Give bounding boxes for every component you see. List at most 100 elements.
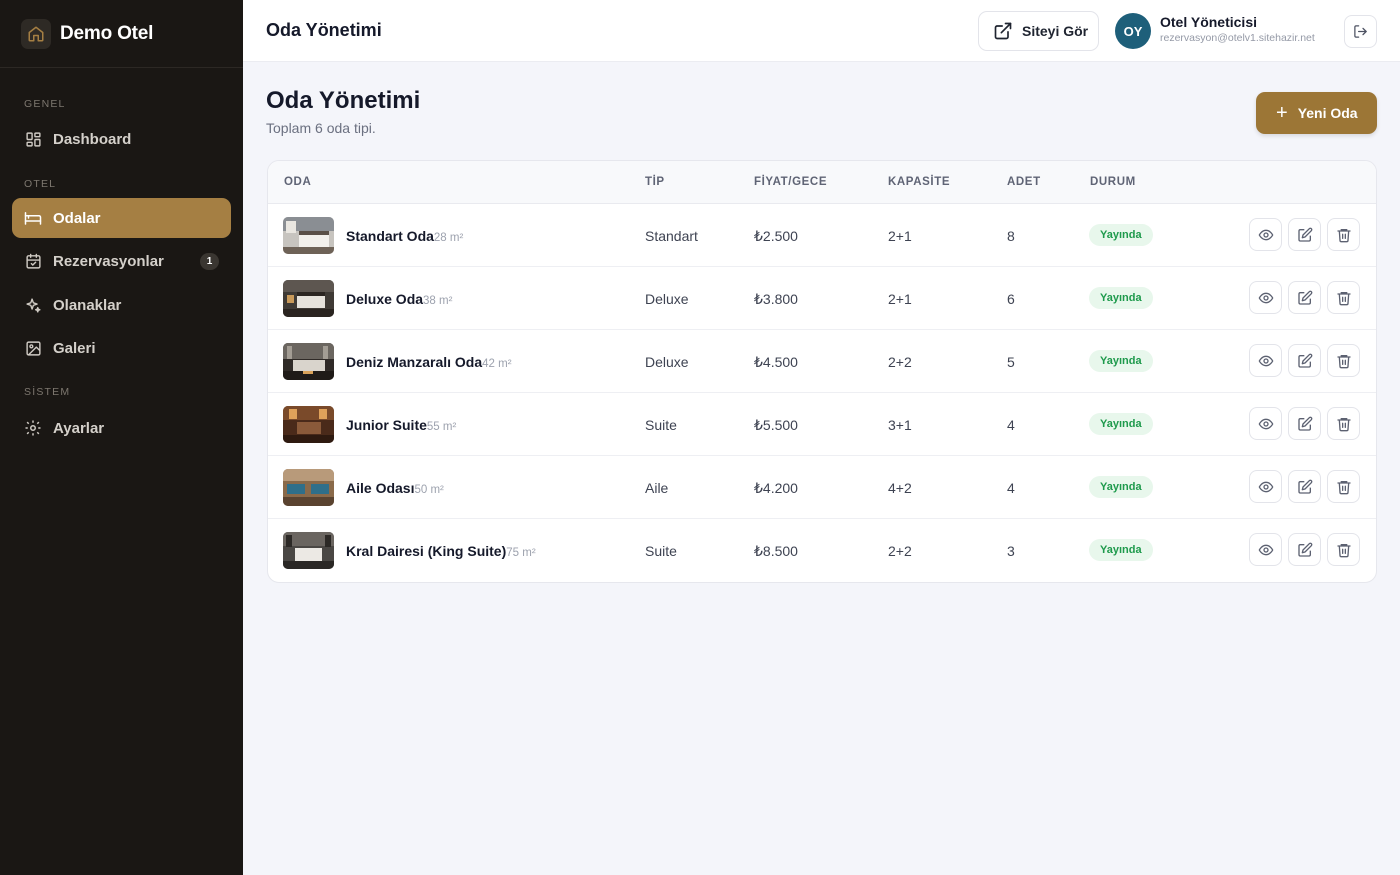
room-count: 6 xyxy=(1007,291,1015,307)
column-header-fiyat: FİYAT/GECE xyxy=(754,176,828,188)
gear-icon xyxy=(24,419,42,437)
status-badge: Yayında xyxy=(1089,539,1153,561)
room-price: ₺2.500 xyxy=(754,228,798,244)
edit-button[interactable] xyxy=(1288,344,1321,377)
room-thumbnail xyxy=(283,406,334,443)
room-capacity: 3+1 xyxy=(888,417,912,433)
delete-button[interactable] xyxy=(1327,281,1360,314)
view-button[interactable] xyxy=(1249,218,1282,251)
eye-icon xyxy=(1258,229,1273,240)
room-thumbnail xyxy=(283,469,334,506)
table-row[interactable]: Deluxe Oda38 m² Deluxe ₺3.800 2+1 6 Yayı… xyxy=(268,267,1376,330)
room-price: ₺3.800 xyxy=(754,291,798,307)
delete-button[interactable] xyxy=(1327,470,1360,503)
edit-icon xyxy=(1297,542,1312,557)
sidebar-item-label: Rezervasyonlar xyxy=(53,252,164,270)
sidebar-item-odalar[interactable]: Odalar xyxy=(12,198,231,238)
delete-button[interactable] xyxy=(1327,218,1360,251)
room-name: Aile Odası xyxy=(346,480,415,496)
table-row[interactable]: Junior Suite55 m² Suite ₺5.500 3+1 4 Yay… xyxy=(268,393,1376,456)
view-site-button[interactable]: Siteyi Gör xyxy=(978,11,1099,51)
delete-button[interactable] xyxy=(1327,533,1360,566)
room-capacity: 2+2 xyxy=(888,354,912,370)
view-button[interactable] xyxy=(1249,281,1282,314)
view-site-label: Siteyi Gör xyxy=(1022,23,1089,39)
brand-name: Demo Otel xyxy=(60,22,154,44)
room-price: ₺4.500 xyxy=(754,354,798,370)
plus-icon: + xyxy=(1276,102,1288,124)
edit-icon xyxy=(1297,353,1312,368)
view-button[interactable] xyxy=(1249,344,1282,377)
sidebar-item-galeri[interactable]: Galeri xyxy=(12,328,231,368)
view-button[interactable] xyxy=(1249,407,1282,440)
sidebar-item-rezervasyonlar[interactable]: Rezervasyonlar 1 xyxy=(12,241,231,281)
edit-button[interactable] xyxy=(1288,407,1321,440)
room-capacity: 4+2 xyxy=(888,480,912,496)
status-badge: Yayında xyxy=(1089,413,1153,435)
nav-section-genel: GENEL xyxy=(24,98,66,110)
dashboard-icon xyxy=(24,130,42,148)
table-row[interactable]: Kral Dairesi (King Suite)75 m² Suite ₺8.… xyxy=(268,519,1376,582)
column-header-tip: TİP xyxy=(645,176,665,188)
room-thumbnail xyxy=(283,532,334,569)
sidebar-item-dashboard[interactable]: Dashboard xyxy=(12,119,231,159)
home-icon xyxy=(21,18,51,49)
edit-icon xyxy=(1297,479,1312,494)
room-size: 55 m² xyxy=(426,421,457,433)
edit-button[interactable] xyxy=(1288,533,1321,566)
brand[interactable]: Demo Otel xyxy=(0,0,243,68)
sparkles-icon xyxy=(24,296,42,314)
room-thumbnail xyxy=(283,343,334,380)
page-subtitle: Toplam 6 oda tipi. xyxy=(266,120,376,136)
table-row[interactable]: Aile Odası50 m² Aile ₺4.200 4+2 4 Yayınd… xyxy=(268,456,1376,519)
room-name: Deluxe Oda xyxy=(346,291,424,307)
table-row[interactable]: Deniz Manzaralı Oda42 m² Deluxe ₺4.500 2… xyxy=(268,330,1376,393)
header-title: Oda Yönetimi xyxy=(266,20,382,40)
room-name: Standart Oda xyxy=(346,228,434,244)
delete-button[interactable] xyxy=(1327,407,1360,440)
trash-icon xyxy=(1336,291,1351,305)
eye-icon xyxy=(1258,418,1273,429)
sidebar: Demo Otel GENEL Dashboard OTEL Odalar Re… xyxy=(0,0,243,875)
room-cell: Deluxe Oda38 m² xyxy=(346,291,452,309)
room-name: Junior Suite xyxy=(346,417,427,433)
external-link-icon xyxy=(993,21,1013,41)
sidebar-item-label: Galeri xyxy=(53,339,96,357)
table-row[interactable]: Standart Oda28 m² Standart ₺2.500 2+1 8 … xyxy=(268,204,1376,267)
eye-icon xyxy=(1258,355,1273,366)
room-count: 8 xyxy=(1007,228,1015,244)
trash-icon xyxy=(1336,228,1351,242)
status-badge: Yayında xyxy=(1089,476,1153,498)
view-button[interactable] xyxy=(1249,533,1282,566)
user-name: Otel Yöneticisi xyxy=(1160,14,1257,30)
view-button[interactable] xyxy=(1249,470,1282,503)
column-header-oda: ODA xyxy=(284,176,312,188)
eye-icon xyxy=(1258,292,1273,303)
room-count: 4 xyxy=(1007,480,1015,496)
room-name: Kral Dairesi (King Suite) xyxy=(346,543,507,559)
status-badge: Yayında xyxy=(1089,224,1153,246)
sidebar-item-label: Ayarlar xyxy=(53,419,105,437)
count-badge: 1 xyxy=(200,253,219,270)
room-thumbnail xyxy=(283,217,334,254)
nav-section-sistem: SİSTEM xyxy=(24,386,71,398)
status-badge: Yayında xyxy=(1089,287,1153,309)
sidebar-item-olanaklar[interactable]: Olanaklar xyxy=(12,285,231,325)
avatar[interactable]: OY xyxy=(1115,13,1151,49)
room-price: ₺8.500 xyxy=(754,543,798,559)
room-type: Deluxe xyxy=(645,291,689,307)
delete-button[interactable] xyxy=(1327,344,1360,377)
room-size: 28 m² xyxy=(433,232,464,244)
trash-icon xyxy=(1336,417,1351,431)
room-size: 42 m² xyxy=(482,358,512,370)
logout-button[interactable] xyxy=(1344,15,1377,48)
room-capacity: 2+1 xyxy=(888,291,912,307)
sidebar-item-ayarlar[interactable]: Ayarlar xyxy=(12,408,231,448)
nav-section-otel: OTEL xyxy=(24,178,57,190)
new-room-button[interactable]: + Yeni Oda xyxy=(1256,92,1377,134)
edit-button[interactable] xyxy=(1288,218,1321,251)
edit-button[interactable] xyxy=(1288,281,1321,314)
room-cell: Standart Oda28 m² xyxy=(346,228,463,246)
edit-button[interactable] xyxy=(1288,470,1321,503)
sidebar-item-label: Olanaklar xyxy=(53,296,122,314)
